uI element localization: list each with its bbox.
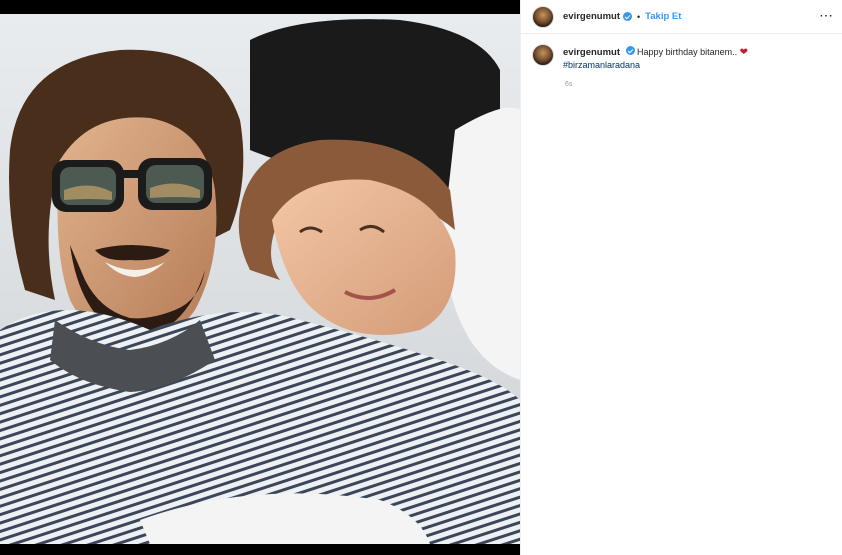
caption-body: Happy birthday bitanem..: [637, 47, 738, 57]
caption-username-link[interactable]: evirgenumut: [563, 47, 620, 58]
timestamp: 6s: [565, 81, 573, 88]
caption-text: evirgenumut Happy birthday bitanem.. ❤ #…: [563, 46, 748, 71]
post-sidebar: evirgenumut • Takip Et ⋯ evirgenumut Hap…: [520, 0, 842, 555]
post-photo[interactable]: [0, 0, 520, 555]
caption-verified-badge-icon: [625, 46, 635, 55]
username-link[interactable]: evirgenumut: [563, 11, 620, 22]
heart-emoji-icon: ❤: [739, 47, 749, 58]
caption-avatar[interactable]: [532, 44, 554, 66]
verified-badge-icon: [623, 12, 633, 21]
selfie-image: [0, 0, 520, 555]
avatar[interactable]: [532, 5, 554, 28]
more-options-icon[interactable]: ⋯: [819, 8, 833, 22]
separator-dot: •: [637, 11, 641, 22]
follow-button[interactable]: Takip Et: [645, 11, 681, 22]
post-header: evirgenumut • Takip Et ⋯: [521, 0, 842, 34]
hashtag-link[interactable]: #birzamanlaradana: [563, 59, 748, 71]
caption: evirgenumut Happy birthday bitanem.. ❤ #…: [532, 44, 832, 71]
